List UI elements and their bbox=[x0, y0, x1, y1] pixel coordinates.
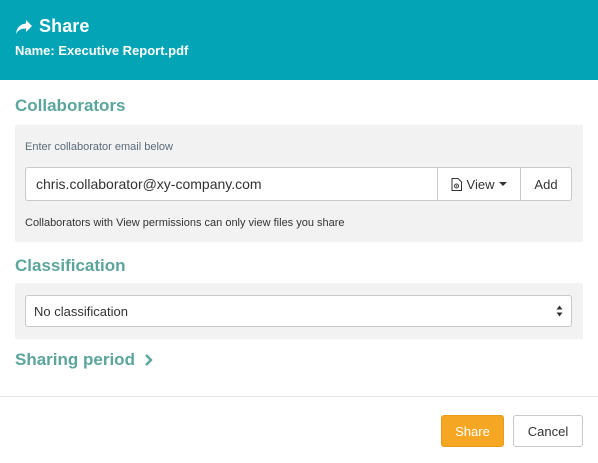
permission-dropdown[interactable]: View bbox=[437, 167, 521, 201]
collaborators-panel: Enter collaborator email below View Add … bbox=[15, 125, 583, 242]
permission-note: Collaborators with View permissions can … bbox=[25, 217, 345, 229]
collaborator-email-input[interactable] bbox=[25, 167, 437, 201]
sharing-period-toggle[interactable]: Sharing period bbox=[15, 350, 153, 370]
email-input-group: View Add bbox=[25, 167, 572, 201]
document-icon bbox=[451, 177, 462, 191]
permission-label: View bbox=[466, 176, 495, 192]
classification-panel: No classification bbox=[15, 283, 583, 339]
dialog-title: Share bbox=[39, 16, 90, 36]
add-collaborator-button[interactable]: Add bbox=[521, 167, 572, 201]
share-button[interactable]: Share bbox=[441, 415, 504, 447]
classification-heading: Classification bbox=[15, 256, 126, 275]
dialog-title-row: Share bbox=[15, 16, 90, 37]
classification-select[interactable]: No classification bbox=[25, 295, 572, 327]
share-arrow-icon bbox=[16, 19, 32, 34]
email-hint: Enter collaborator email below bbox=[25, 141, 173, 153]
cancel-button[interactable]: Cancel bbox=[513, 415, 583, 447]
classification-selected: No classification bbox=[34, 303, 128, 319]
file-name: Name: Executive Report.pdf bbox=[15, 43, 189, 58]
chevron-right-icon bbox=[145, 354, 153, 366]
dialog-header: Share Name: Executive Report.pdf bbox=[0, 0, 598, 80]
footer-divider bbox=[0, 396, 598, 397]
collaborators-heading: Collaborators bbox=[15, 96, 126, 115]
caret-down-icon bbox=[499, 182, 508, 186]
sharing-period-heading: Sharing period bbox=[15, 350, 135, 369]
select-arrows-icon bbox=[556, 305, 563, 317]
